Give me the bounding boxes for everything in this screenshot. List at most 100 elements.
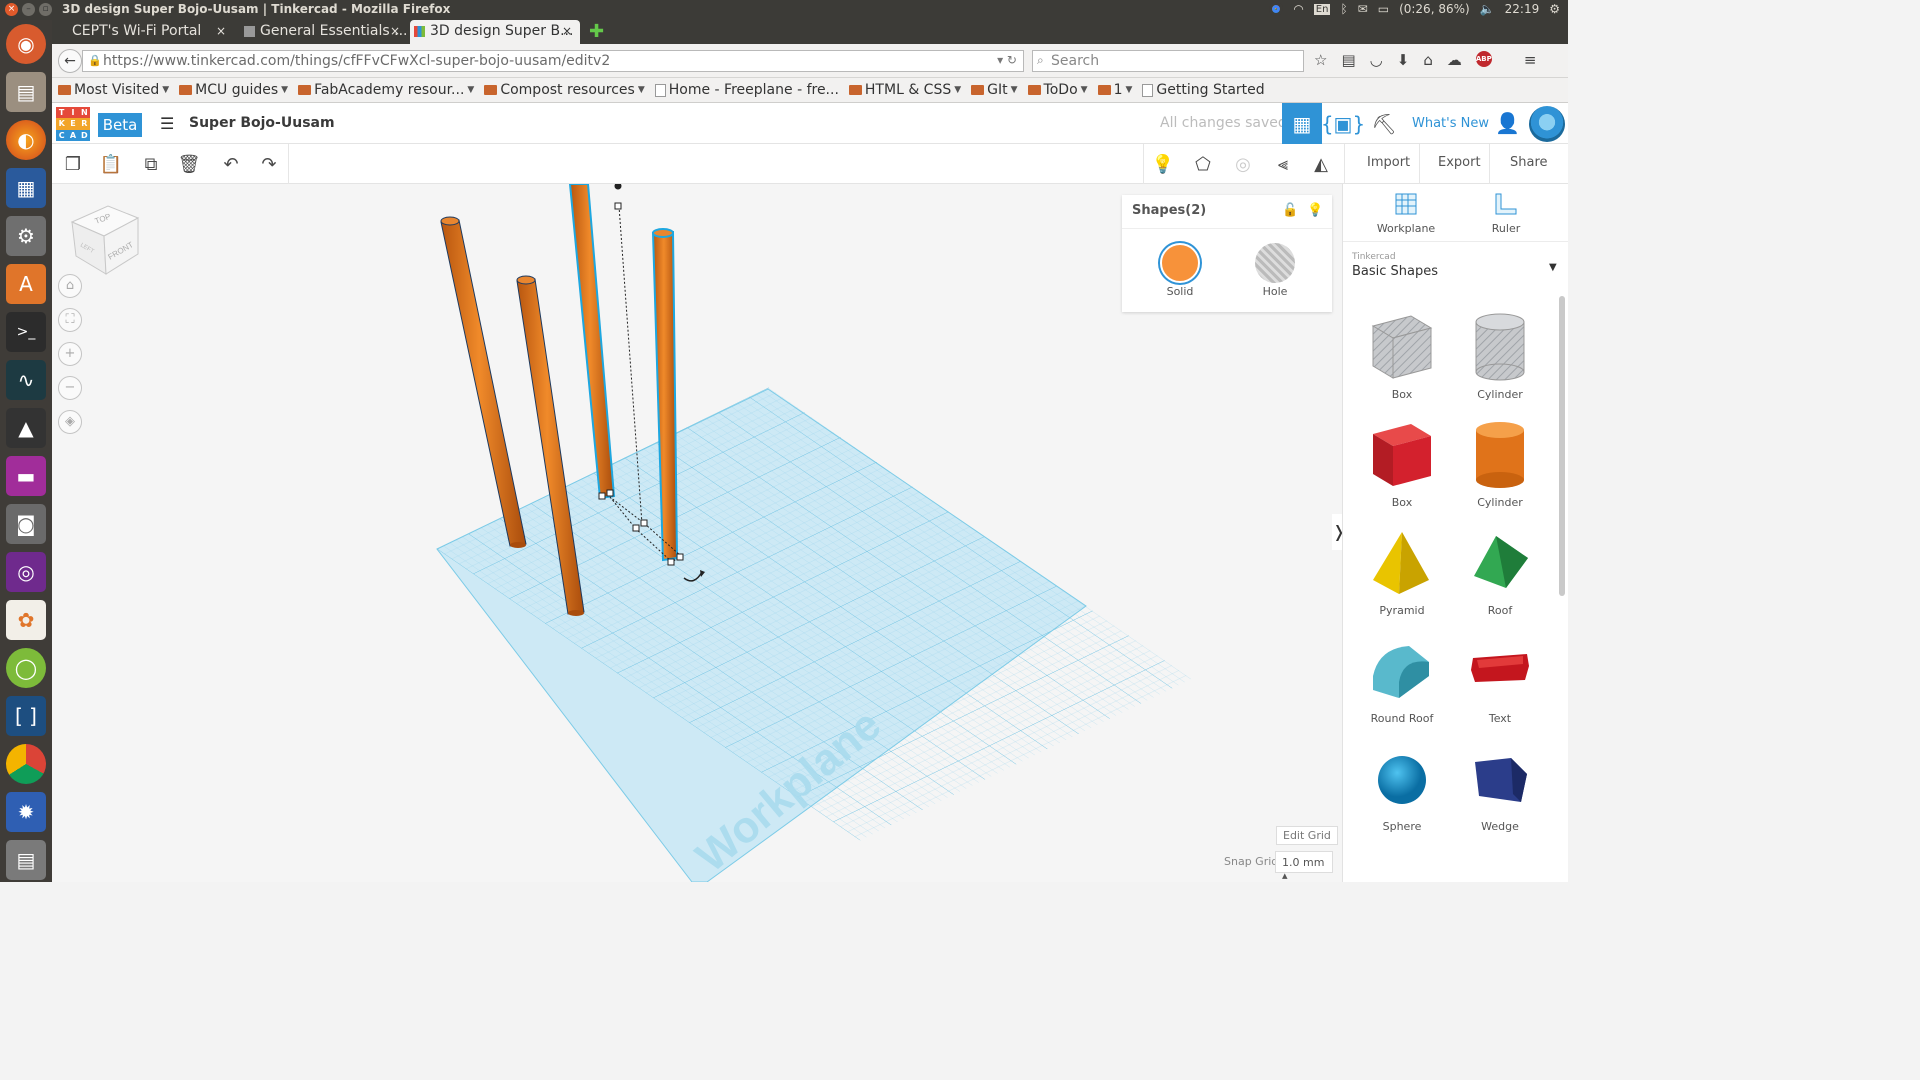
system-settings-icon[interactable]: ⚙ — [6, 216, 46, 256]
app-purple-icon[interactable]: ▬ — [6, 456, 46, 496]
bluetooth-icon[interactable]: ᛒ — [1340, 2, 1347, 16]
bookmark-most-visited[interactable]: Most Visited ▼ — [58, 82, 169, 98]
resize-handle[interactable] — [640, 519, 648, 527]
wifi-icon[interactable]: ◠ — [1293, 2, 1303, 16]
shape-round-roof[interactable]: Round Roof — [1357, 636, 1447, 725]
lightbulb-icon[interactable]: 💡 — [1150, 151, 1176, 177]
resize-handle[interactable] — [606, 489, 614, 497]
workspaces-icon[interactable]: ▤ — [6, 840, 46, 880]
shape-category-select[interactable]: Basic Shapes — [1352, 264, 1438, 279]
gear-app-icon[interactable]: ✹ — [6, 792, 46, 832]
bracket-app-icon[interactable]: [ ] — [6, 696, 46, 736]
menu-hamburger-icon[interactable]: ≡ — [1524, 51, 1537, 69]
chat-icon[interactable]: ☁ — [1447, 51, 1462, 69]
window-maximize-button[interactable]: ▫ — [39, 3, 52, 16]
hole-swatch[interactable] — [1255, 243, 1295, 283]
whats-new-link[interactable]: What's New — [1412, 116, 1489, 131]
zoom-in-icon[interactable]: + — [58, 342, 82, 366]
resize-handle[interactable] — [598, 492, 606, 500]
duplicate-icon[interactable]: ⧉ — [138, 151, 164, 177]
tab-close-icon[interactable]: × — [216, 24, 226, 38]
bookmark-getting-started[interactable]: Getting Started — [1142, 82, 1265, 98]
download-icon[interactable]: ⬇ — [1397, 51, 1410, 69]
cylinder-rod-1[interactable] — [440, 216, 527, 548]
tab-close-icon[interactable]: × — [562, 24, 572, 38]
tab-close-icon[interactable]: × — [390, 24, 400, 38]
terminal-icon[interactable]: >_ — [6, 312, 46, 352]
ruler-tool[interactable]: Ruler — [1461, 190, 1551, 235]
import-button[interactable]: Import — [1367, 155, 1410, 170]
shape-box-hole[interactable]: Box — [1357, 312, 1447, 401]
butterfly-app-icon[interactable]: ✿ — [6, 600, 46, 640]
visibility-bulb-icon[interactable]: 💡 — [1307, 203, 1323, 218]
bricks-view-icon[interactable]: ⛏ — [1364, 103, 1404, 144]
home-icon[interactable]: ⌂ — [1423, 51, 1433, 69]
battery-status[interactable]: (0:26, 86%) — [1399, 2, 1470, 16]
back-arrow-icon[interactable]: ← — [58, 49, 82, 73]
shape-text[interactable]: Text — [1455, 636, 1545, 725]
bookmark-star-icon[interactable]: ☆ — [1314, 51, 1327, 69]
home-view-icon[interactable]: ⌂ — [58, 274, 82, 298]
shape-wedge[interactable]: Wedge — [1455, 744, 1545, 833]
delete-trash-icon[interactable]: 🗑 — [176, 151, 202, 177]
view-cube[interactable]: TOP FRONT LEFT — [70, 205, 140, 275]
undo-icon[interactable]: ↶ — [218, 151, 244, 177]
reload-icon[interactable]: ▾ ↻ — [997, 53, 1017, 67]
lock-icon[interactable]: 🔓 — [1282, 203, 1298, 218]
bookmark-git[interactable]: GIt ▼ — [971, 82, 1018, 98]
software-center-icon[interactable]: A — [6, 264, 46, 304]
cylinder-rod-selected-1[interactable] — [568, 184, 616, 500]
shapes-scrollbar-thumb[interactable] — [1559, 296, 1565, 596]
perspective-icon[interactable]: ◈ — [58, 410, 82, 434]
ubuntu-dash-icon[interactable]: ◉ — [6, 24, 46, 64]
design-title[interactable]: Super Bojo-Uusam — [189, 115, 335, 131]
redo-icon[interactable]: ↷ — [256, 151, 282, 177]
window-minimize-button[interactable]: – — [22, 3, 35, 16]
shape-box[interactable]: Box — [1357, 420, 1447, 509]
edit-grid-button[interactable]: Edit Grid — [1276, 826, 1338, 845]
ungroup-icon[interactable]: ◎ — [1230, 151, 1256, 177]
new-tab-plus-icon[interactable]: ✚ — [589, 21, 604, 42]
volume-icon[interactable]: 🔈 — [1480, 2, 1495, 16]
workplane-tool[interactable]: Workplane — [1361, 190, 1451, 235]
bookmark-mcu-guides[interactable]: MCU guides ▼ — [179, 82, 288, 98]
copy-icon[interactable]: ❐ — [60, 151, 86, 177]
bookmark-1[interactable]: 1 ▼ — [1097, 82, 1132, 98]
share-button[interactable]: Share — [1510, 155, 1548, 170]
files-icon[interactable]: ▤ — [6, 72, 46, 112]
url-bar[interactable]: 🔒 https://www.tinkercad.com/things/cfFFv… — [82, 50, 1024, 72]
beta-badge[interactable]: Beta — [98, 113, 142, 137]
system-monitor-icon[interactable]: ∿ — [6, 360, 46, 400]
solid-swatch[interactable] — [1160, 243, 1200, 283]
adblock-icon[interactable]: ABP — [1475, 51, 1492, 67]
reading-list-icon[interactable]: ▤ — [1341, 51, 1355, 69]
export-button[interactable]: Export — [1438, 155, 1481, 170]
tab-general-essentials[interactable]: General Essentials ... × — [240, 20, 408, 44]
blocks-view-icon[interactable]: {▣} — [1321, 103, 1365, 144]
shape-pyramid[interactable]: Pyramid — [1357, 528, 1447, 617]
zoom-out-icon[interactable]: − — [58, 376, 82, 400]
shape-cylinder-hole[interactable]: Cylinder — [1455, 312, 1545, 401]
paste-icon[interactable]: 📋 — [98, 151, 124, 177]
sync-app-icon[interactable]: ◯ — [6, 648, 46, 688]
chrome-launcher-icon[interactable] — [6, 744, 46, 784]
mail-icon[interactable]: ✉ — [1358, 2, 1368, 16]
add-user-icon[interactable]: 👤 — [1495, 111, 1520, 135]
group-icon[interactable]: ⬠ — [1190, 151, 1216, 177]
shape-roof[interactable]: Roof — [1455, 528, 1545, 617]
tab-wifi-portal[interactable]: CEPT's Wi-Fi Portal × — [52, 20, 234, 44]
writer-icon[interactable]: ▦ — [6, 168, 46, 208]
chevron-down-icon[interactable]: ▼ — [1549, 262, 1557, 273]
search-input[interactable]: ⌕ Search — [1032, 50, 1304, 72]
video-app-icon[interactable]: ◎ — [6, 552, 46, 592]
bookmark-todo[interactable]: ToDo ▼ — [1027, 82, 1088, 98]
bookmark-html-css[interactable]: HTML & CSS ▼ — [848, 82, 961, 98]
design-list-icon[interactable]: ☰ — [160, 114, 174, 133]
mirror-icon[interactable]: ◭ — [1308, 151, 1334, 177]
bookmark-compost[interactable]: Compost resources ▼ — [484, 82, 645, 98]
camera-icon[interactable]: ◙ — [6, 504, 46, 544]
chrome-tray-icon[interactable] — [1269, 2, 1284, 16]
resize-handle[interactable] — [667, 558, 675, 566]
clock[interactable]: 22:19 — [1505, 2, 1540, 16]
firefox-icon[interactable]: ◐ — [6, 120, 46, 160]
